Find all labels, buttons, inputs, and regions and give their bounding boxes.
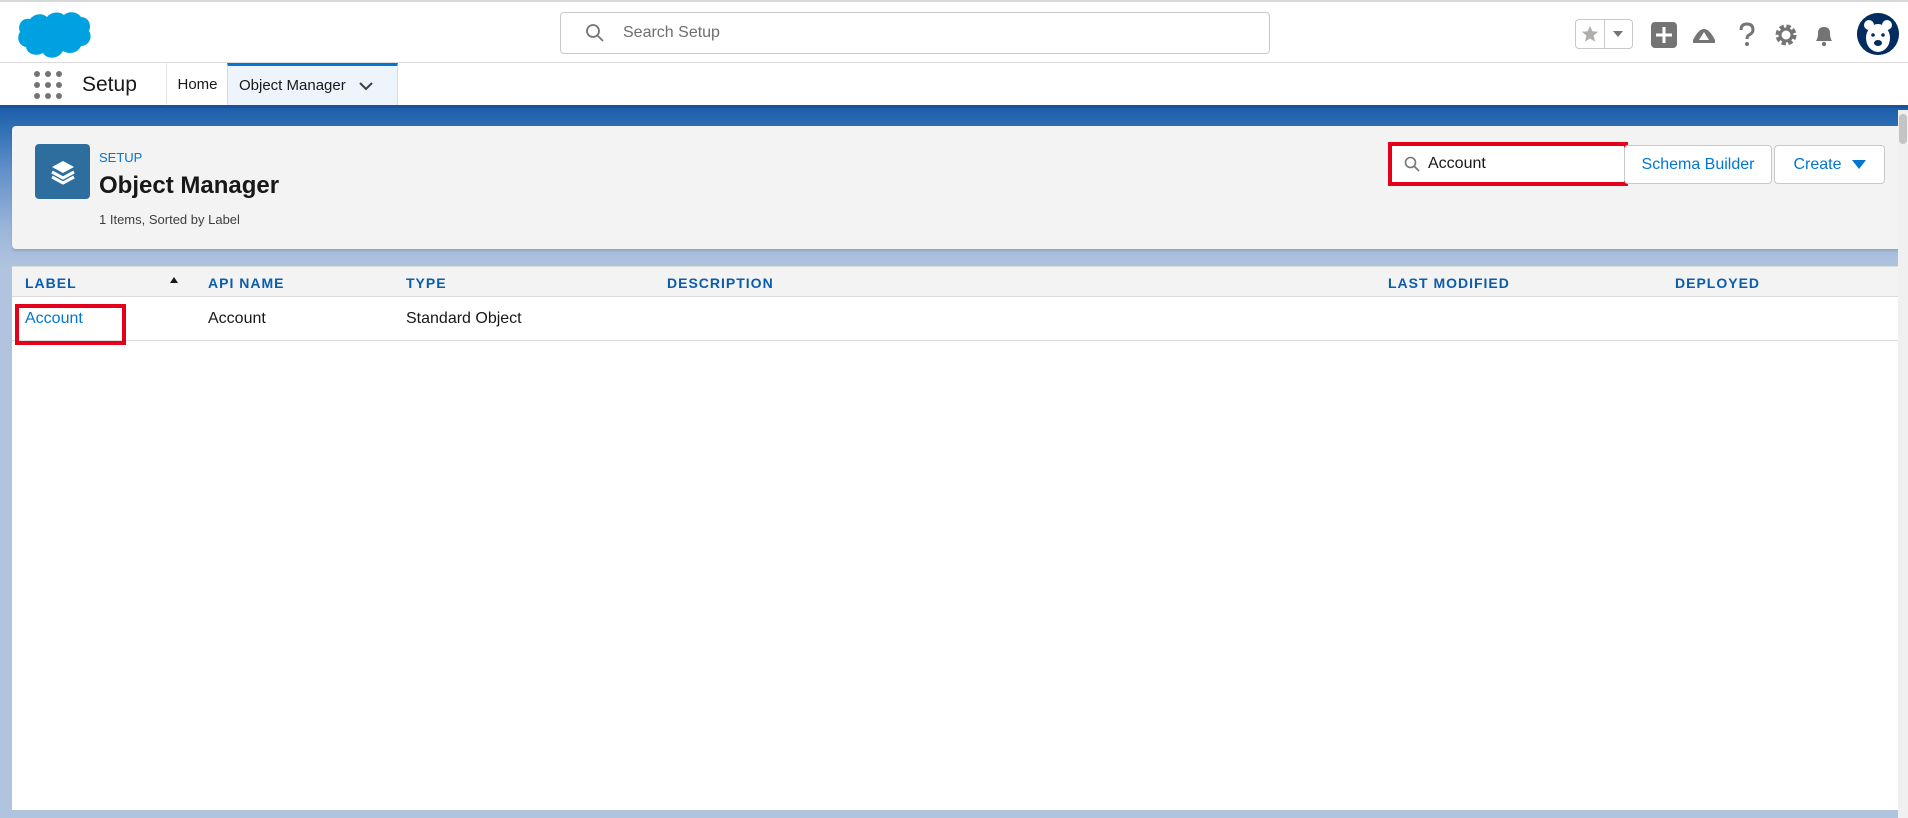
context-bar: Setup Home Object Manager [0,63,1908,108]
create-button[interactable]: Create [1774,145,1885,184]
quick-find-input[interactable] [1428,155,1608,173]
breadcrumb-setup[interactable]: SETUP [99,150,142,165]
favorites-dropdown-button[interactable] [1605,20,1633,48]
chevron-down-icon [1613,31,1624,37]
page-header: SETUP Object Manager 1 Items, Sorted by … [12,126,1905,249]
schema-builder-button[interactable]: Schema Builder [1624,145,1772,184]
api-name-cell: Account [208,310,266,327]
help-icon [1739,22,1755,46]
trailhead-button[interactable] [1690,21,1718,49]
notifications-button[interactable] [1810,21,1838,49]
quick-find-box[interactable] [1388,142,1628,186]
sort-ascending-icon[interactable] [170,277,178,283]
object-manager-icon [35,144,90,199]
table-header: LABEL API NAME TYPE DESCRIPTION LAST MOD… [12,266,1905,297]
app-launcher-icon[interactable] [34,71,62,99]
column-header-description[interactable]: DESCRIPTION [667,275,774,291]
gear-icon [1775,24,1797,46]
bell-icon [1816,27,1832,47]
tab-object-manager[interactable]: Object Manager [227,63,398,105]
search-icon [586,24,604,42]
search-icon [1404,156,1420,172]
favorites-group [1575,19,1633,49]
scrollbar-thumb[interactable] [1899,114,1907,144]
add-icon [1651,22,1677,48]
star-icon [1581,25,1598,42]
setup-button[interactable] [1772,21,1800,49]
create-button-label: Create [1793,155,1842,173]
column-header-label[interactable]: LABEL [25,275,77,291]
page-scrollbar[interactable] [1898,110,1908,818]
layers-icon [50,160,75,184]
list-summary: 1 Items, Sorted by Label [99,212,240,227]
column-header-last-modified[interactable]: LAST MODIFIED [1388,275,1510,291]
column-header-api-name[interactable]: API NAME [208,275,284,291]
global-actions-button[interactable] [1650,21,1678,49]
column-header-type[interactable]: TYPE [406,275,447,291]
tab-home[interactable]: Home [166,63,228,105]
global-search-input[interactable] [623,24,1223,42]
page-title: Object Manager [99,172,280,199]
global-search-box[interactable] [560,12,1270,54]
salesforce-logo[interactable] [17,11,91,61]
caret-down-icon [1851,160,1866,169]
column-header-deployed[interactable]: DEPLOYED [1675,275,1760,291]
object-list: LABEL API NAME TYPE DESCRIPTION LAST MOD… [12,266,1905,810]
user-avatar[interactable] [1857,13,1899,55]
help-button[interactable] [1733,21,1761,49]
bear-avatar-icon [1857,13,1899,55]
favorites-star-button[interactable] [1576,20,1605,48]
type-cell: Standard Object [406,310,522,327]
app-name: Setup [82,73,137,96]
tab-object-manager-label: Object Manager [239,77,346,94]
chevron-down-icon[interactable] [358,78,374,94]
global-header [0,0,1908,63]
table-row: Account Account Standard Object [12,297,1905,341]
trailhead-icon [1693,29,1715,43]
highlight-box [15,304,126,345]
